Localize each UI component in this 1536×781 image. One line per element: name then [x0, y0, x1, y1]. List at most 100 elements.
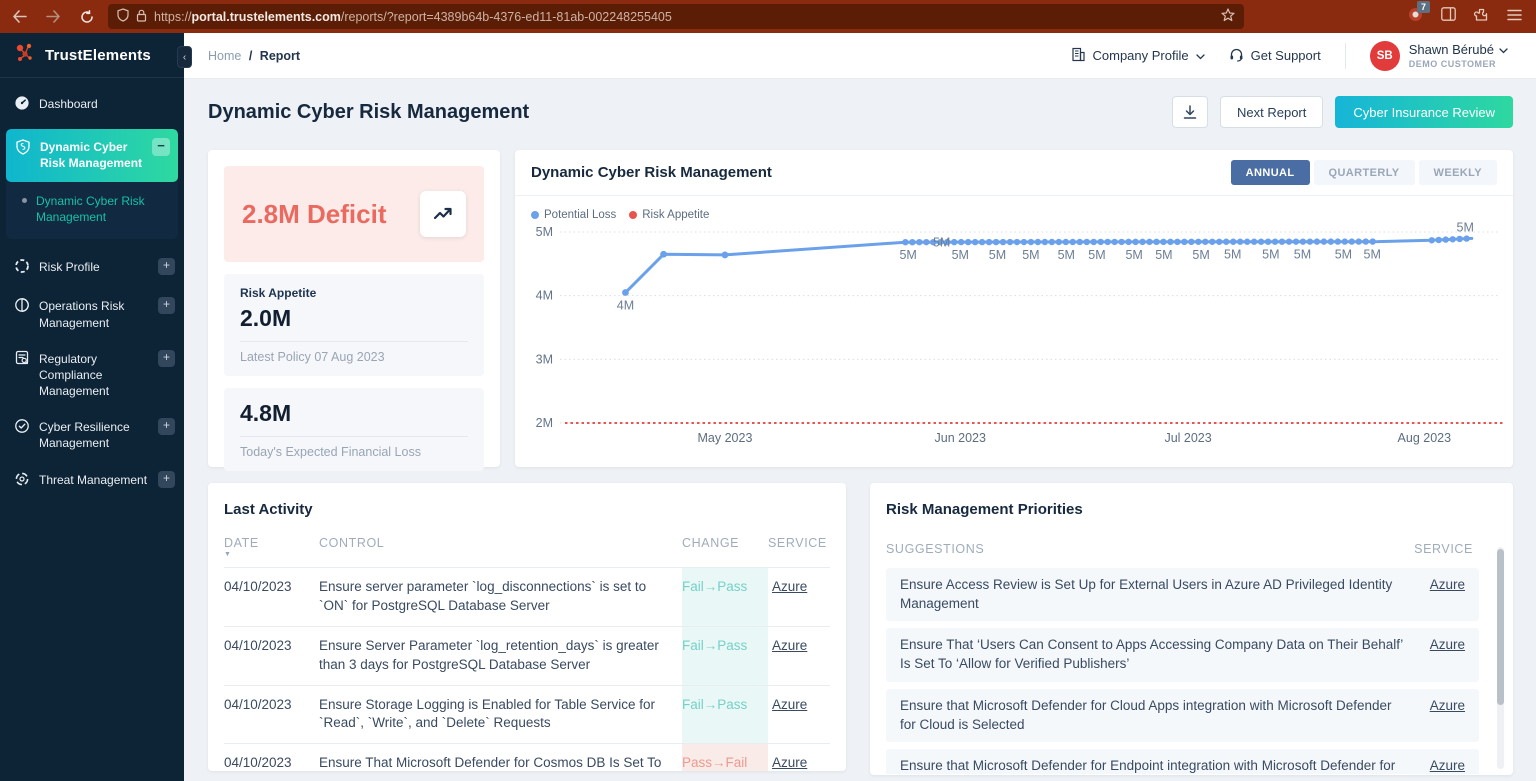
extensions-puzzle-icon[interactable]	[1474, 7, 1489, 27]
expand-plus-icon[interactable]: +	[158, 471, 175, 488]
forward-icon[interactable]	[46, 10, 61, 23]
bookmark-star-icon[interactable]	[1221, 8, 1235, 25]
column-header-date[interactable]: DATE▼	[224, 530, 319, 568]
svg-text:4M: 4M	[536, 289, 553, 303]
sidebar-item-label: Dashboard	[39, 96, 98, 112]
column-header-service[interactable]: SERVICE	[768, 530, 830, 568]
svg-text:5M: 5M	[1088, 248, 1105, 262]
svg-text:5M: 5M	[1155, 248, 1172, 262]
list-item: Ensure Access Review is Set Up for Exter…	[886, 568, 1479, 621]
sidebar-item-dashboard[interactable]: Dashboard	[0, 86, 184, 125]
svg-text:Jun 2023: Jun 2023	[935, 431, 986, 445]
sidebar-group-dynamic-cyber-risk: Dynamic Cyber Risk Management − Dynamic …	[6, 129, 178, 239]
last-activity-card: Last Activity DATE▼ CONTROL CHANGE SERVI…	[208, 483, 846, 771]
back-icon[interactable]	[12, 10, 27, 23]
sidebar-subitem-dynamic-cyber-risk[interactable]: Dynamic Cyber Risk Management	[6, 182, 178, 240]
screen: https://portal.trustelements.com/reports…	[0, 0, 1536, 781]
table-row: 04/10/2023Ensure That Microsoft Defender…	[224, 744, 830, 771]
collapse-minus-icon[interactable]: −	[152, 138, 170, 156]
user-role: DEMO CUSTOMER	[1409, 59, 1508, 69]
tracking-shield-icon[interactable]	[117, 8, 129, 25]
svg-text:4M: 4M	[617, 298, 634, 312]
service-link[interactable]: Azure	[1430, 575, 1465, 594]
sidebar-item-cyber-resilience[interactable]: Cyber Resilience Management +	[0, 409, 184, 461]
sidebar: TrustElements Dashboard Dynamic Cyber Ri…	[0, 33, 184, 781]
sidebar-item-risk-profile[interactable]: Risk Profile +	[0, 249, 184, 288]
url-text: https://portal.trustelements.com/reports…	[154, 10, 672, 24]
url-bar[interactable]: https://portal.trustelements.com/reports…	[108, 4, 1244, 29]
scrollbar-thumb[interactable]	[1497, 549, 1504, 705]
expected-loss-panel: 4.8M Today's Expected Financial Loss	[224, 388, 484, 471]
stats-card: 2.8M Deficit Risk Appetite 2.0M Latest P…	[208, 150, 500, 467]
service-link[interactable]: Azure	[1430, 756, 1465, 774]
service-link[interactable]: Azure	[772, 697, 807, 712]
building-icon	[1071, 47, 1086, 65]
cyber-insurance-review-button[interactable]: Cyber Insurance Review	[1335, 96, 1513, 128]
next-report-button[interactable]: Next Report	[1220, 96, 1323, 128]
tab-quarterly[interactable]: QUARTERLY	[1314, 160, 1415, 185]
sidebar-item-label: Dynamic Cyber Risk Management	[40, 139, 148, 171]
column-header-change[interactable]: CHANGE	[682, 530, 768, 568]
document-search-icon	[14, 350, 30, 370]
cell-change: Pass→Fail	[682, 744, 768, 771]
expand-plus-icon[interactable]: +	[158, 350, 175, 367]
menu-hamburger-icon[interactable]	[1507, 8, 1522, 26]
sidebar-item-regulatory-compliance[interactable]: Regulatory Compliance Management +	[0, 341, 184, 410]
cell-date: 04/10/2023	[224, 685, 319, 744]
svg-text:5M: 5M	[1224, 248, 1241, 262]
extension-icon[interactable]: 7	[1408, 7, 1423, 27]
shield-half-icon	[14, 297, 30, 317]
download-icon	[1183, 105, 1197, 120]
sidebar-item-operations-risk[interactable]: Operations Risk Management +	[0, 288, 184, 340]
sort-caret-icon: ▼	[224, 551, 319, 558]
service-link[interactable]: Azure	[1430, 635, 1465, 654]
download-button[interactable]	[1172, 96, 1208, 128]
service-link[interactable]: Azure	[772, 755, 807, 770]
last-activity-table: DATE▼ CONTROL CHANGE SERVICE 04/10/2023E…	[224, 530, 830, 771]
cell-service: Azure	[768, 568, 830, 627]
risk-appetite-note: Latest Policy 07 Aug 2023	[240, 350, 468, 364]
sidebar-item-threat-management[interactable]: Threat Management +	[0, 462, 184, 501]
expected-loss-value: 4.8M	[240, 400, 468, 437]
risk-appetite-panel: Risk Appetite 2.0M Latest Policy 07 Aug …	[224, 274, 484, 376]
svg-text:5M: 5M	[536, 225, 553, 239]
sidebar-item-label: Threat Management	[39, 472, 147, 488]
tab-weekly[interactable]: WEEKLY	[1419, 160, 1497, 185]
suggestion-text: Ensure That ‘Users Can Consent to Apps A…	[900, 635, 1430, 673]
get-support-button[interactable]: Get Support	[1229, 47, 1321, 65]
table-row: 04/10/2023Ensure Storage Logging is Enab…	[224, 685, 830, 744]
list-item: Ensure that Microsoft Defender for Cloud…	[886, 689, 1479, 742]
sidebar-item-label: Cyber Resilience Management	[39, 419, 160, 451]
svg-text:5M: 5M	[1364, 248, 1381, 262]
sidebar-toggle-icon[interactable]	[1441, 7, 1456, 26]
reload-icon[interactable]	[80, 10, 94, 24]
svg-text:5M: 5M	[952, 248, 969, 262]
expand-plus-icon[interactable]: +	[158, 297, 175, 314]
trend-button[interactable]	[420, 191, 466, 237]
expand-plus-icon[interactable]: +	[158, 418, 175, 435]
cell-service: Azure	[768, 626, 830, 685]
column-header-control[interactable]: CONTROL	[319, 530, 682, 568]
service-link[interactable]: Azure	[772, 579, 807, 594]
suggestion-text: Ensure that Microsoft Defender for Endpo…	[900, 756, 1430, 774]
cell-date: 04/10/2023	[224, 626, 319, 685]
sidebar-collapse-button[interactable]: ‹	[177, 46, 192, 68]
service-link[interactable]: Azure	[1430, 696, 1465, 715]
user-menu[interactable]: SB Shawn Bérubé DEMO CUSTOMER	[1370, 41, 1508, 71]
chevron-down-icon	[1499, 42, 1508, 57]
breadcrumb-home[interactable]: Home	[208, 49, 241, 63]
svg-text:5M: 5M	[933, 236, 950, 250]
sidebar-item-dynamic-cyber-risk[interactable]: Dynamic Cyber Risk Management −	[6, 129, 178, 181]
chart-title: Dynamic Cyber Risk Management	[531, 164, 772, 181]
tab-annual[interactable]: ANNUAL	[1231, 160, 1310, 185]
expand-plus-icon[interactable]: +	[158, 258, 175, 275]
avatar: SB	[1370, 41, 1400, 71]
lock-icon[interactable]	[136, 9, 147, 25]
brand-logo[interactable]: TrustElements	[0, 33, 184, 78]
cell-control: Ensure Storage Logging is Enabled for Ta…	[319, 685, 682, 744]
service-link[interactable]: Azure	[772, 638, 807, 653]
priorities-list: Ensure Access Review is Set Up for Exter…	[886, 568, 1503, 774]
target-dashed-icon	[14, 258, 30, 278]
shield-risk-icon	[15, 139, 31, 159]
company-profile-menu[interactable]: Company Profile	[1071, 47, 1205, 65]
